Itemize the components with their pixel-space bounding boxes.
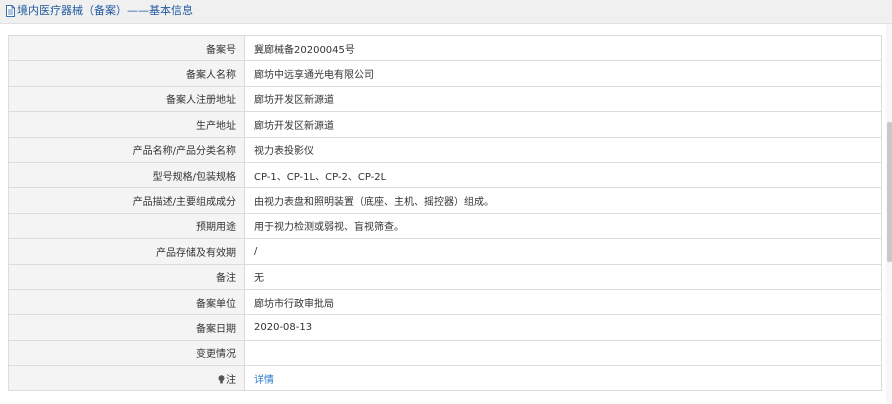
table-row: 备案人注册地址 廊坊开发区新源道: [8, 85, 882, 113]
row-label: 产品存储及有效期: [8, 238, 245, 265]
table-row: 备注 无: [8, 263, 882, 290]
row-label: 备案号: [8, 34, 245, 62]
row-value: 用于视力检测或弱视、盲视筛查。: [244, 212, 882, 240]
row-label: 生产地址: [8, 111, 245, 138]
row-value: CP-1、CP-1L、CP-2、CP-2L: [244, 161, 882, 189]
table-row: 产品描述/主要组成成分 由视力表盘和照明装置（底座、主机、摇控器）组成。: [8, 187, 882, 214]
row-value: 由视力表盘和照明装置（底座、主机、摇控器）组成。: [244, 187, 882, 214]
row-label: 预期用途: [8, 212, 245, 240]
page-title: 境内医疗器械（备案）——基本信息: [17, 4, 193, 17]
row-value: 冀廊械备20200045号: [244, 34, 882, 62]
document-icon: [6, 5, 15, 17]
row-value: /: [244, 238, 882, 265]
table-row: 变更情况: [8, 339, 882, 367]
table-row: 备案号 冀廊械备20200045号: [8, 34, 882, 62]
table-row: 型号规格/包装规格 CP-1、CP-1L、CP-2、CP-2L: [8, 161, 882, 189]
table-row: 生产地址 廊坊开发区新源道: [8, 111, 882, 138]
row-label: 产品名称/产品分类名称: [8, 136, 245, 163]
row-label: 备案人名称: [8, 60, 245, 87]
row-label: 备注: [8, 263, 245, 290]
row-label: 型号规格/包装规格: [8, 161, 245, 189]
scrollbar-thumb[interactable]: [887, 122, 892, 262]
row-value: 廊坊市行政审批局: [244, 288, 882, 316]
record-info-table: 备案号 冀廊械备20200045号 备案人名称 廊坊中远享通光电有限公司 备案人…: [8, 34, 882, 392]
bulb-icon: [218, 374, 225, 384]
row-value: [244, 339, 882, 367]
row-value: 2020-08-13: [244, 314, 882, 341]
row-label: 备案人注册地址: [8, 85, 245, 113]
note-label: 注: [226, 374, 236, 386]
table-row: 备案单位 廊坊市行政审批局: [8, 288, 882, 316]
row-value: 无: [244, 263, 882, 290]
row-label: 变更情况: [8, 339, 245, 367]
vertical-scrollbar[interactable]: [886, 24, 892, 404]
table-row: 备案人名称 廊坊中远享通光电有限公司: [8, 60, 882, 87]
row-label: 备案单位: [8, 288, 245, 316]
note-label-cell: 注: [8, 365, 245, 392]
row-value: 廊坊中远享通光电有限公司: [244, 60, 882, 87]
table-row: 预期用途 用于视力检测或弱视、盲视筛查。: [8, 212, 882, 240]
table-row: 产品存储及有效期 /: [8, 238, 882, 265]
details-link[interactable]: 详情: [244, 365, 882, 392]
row-value: 视力表投影仪: [244, 136, 882, 163]
row-value: 廊坊开发区新源道: [244, 85, 882, 113]
row-label: 产品描述/主要组成成分: [8, 187, 245, 214]
row-value: 廊坊开发区新源道: [244, 111, 882, 138]
page-title-bar: 境内医疗器械（备案）——基本信息: [0, 0, 892, 24]
table-row: 备案日期 2020-08-13: [8, 314, 882, 341]
note-row: 注 详情: [8, 365, 882, 392]
table-row: 产品名称/产品分类名称 视力表投影仪: [8, 136, 882, 163]
row-label: 备案日期: [8, 314, 245, 341]
